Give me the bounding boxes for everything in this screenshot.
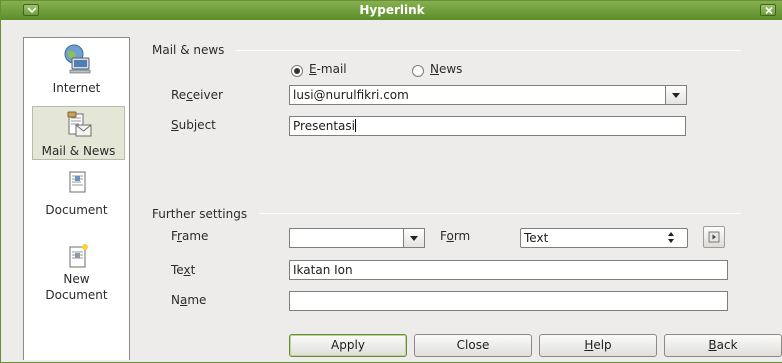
- email-radio[interactable]: [291, 65, 303, 77]
- form-label: Form: [440, 229, 471, 243]
- group-separator: [259, 213, 741, 214]
- hyperlink-dialog: Hyperlink Internet Mail & News Document …: [0, 0, 782, 363]
- form-select-arrows[interactable]: [663, 228, 681, 248]
- events-button[interactable]: [703, 226, 725, 248]
- email-radio-label[interactable]: E-mail: [309, 62, 347, 76]
- news-radio[interactable]: [412, 65, 424, 77]
- further-settings-group-title: Further settings: [152, 207, 248, 221]
- subject-label: Subject: [171, 118, 216, 132]
- sidebar-item-document[interactable]: Document: [24, 168, 129, 228]
- sidebar-item-label-line1: New: [63, 272, 90, 286]
- receiver-combobox-input[interactable]: lusi@nurulfikri.com: [289, 85, 666, 105]
- name-input[interactable]: [289, 291, 728, 311]
- hyperlink-type-sidebar: Internet Mail & News Document New Docume…: [23, 37, 130, 360]
- frame-label: Frame: [171, 229, 209, 243]
- globe-computer-icon: [64, 44, 90, 74]
- sidebar-item-label: Mail & News: [41, 144, 116, 158]
- sidebar-item-mail-news[interactable]: Mail & News: [32, 106, 125, 160]
- sidebar-item-label: Document: [45, 203, 108, 217]
- frame-combobox-input[interactable]: [289, 228, 404, 248]
- mail-news-group-title: Mail & news: [152, 43, 225, 57]
- sidebar-item-internet[interactable]: Internet: [24, 44, 129, 104]
- sidebar-item-label-line2: Document: [45, 288, 108, 302]
- name-label: Name: [171, 293, 207, 307]
- document-icon: [69, 171, 85, 193]
- text-label: Text: [171, 263, 196, 277]
- close-button[interactable]: Close: [414, 334, 532, 357]
- apply-button[interactable]: Apply: [289, 334, 407, 357]
- sidebar-item-new-document[interactable]: New Document: [24, 243, 129, 313]
- text-input[interactable]: Ikatan Ion: [289, 260, 728, 280]
- receiver-label: Receiver: [171, 88, 223, 102]
- frame-dropdown-button[interactable]: [403, 228, 425, 248]
- title-bar: Hyperlink: [1, 1, 782, 20]
- help-button[interactable]: Help: [539, 334, 657, 357]
- mail-news-icon: [67, 111, 91, 137]
- group-separator: [236, 50, 741, 51]
- news-radio-label[interactable]: News: [430, 62, 462, 76]
- window-title: Hyperlink: [359, 3, 425, 17]
- new-document-icon: [69, 244, 88, 268]
- receiver-dropdown-button[interactable]: [665, 85, 687, 105]
- subject-input[interactable]: Presentasi: [289, 116, 686, 136]
- events-icon: [708, 231, 720, 243]
- back-button[interactable]: Back: [664, 334, 782, 357]
- close-icon: [765, 7, 773, 14]
- window-close-button[interactable]: [760, 4, 776, 16]
- sidebar-item-label: Internet: [52, 81, 101, 95]
